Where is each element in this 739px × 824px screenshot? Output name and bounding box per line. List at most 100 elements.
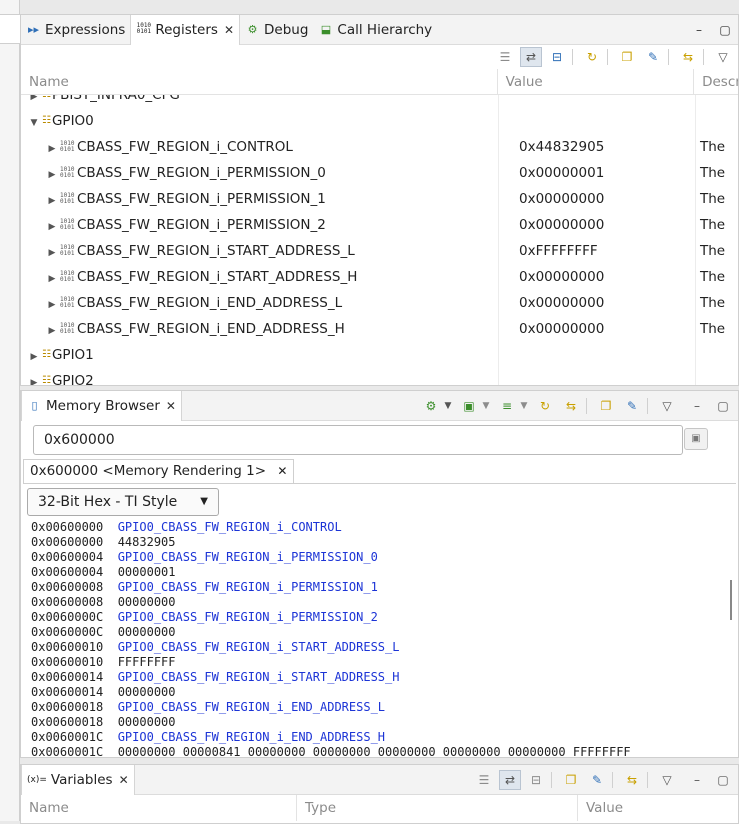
register-value[interactable] [499, 342, 696, 368]
close-icon[interactable]: ✕ [166, 399, 176, 413]
collapse-all-icon[interactable]: ⊟ [546, 47, 568, 67]
register-value[interactable]: 0xFFFFFFFF [499, 238, 696, 264]
register-row[interactable]: ▶1010 0101 CBASS_FW_REGION_i_PERMISSION_1 0… [21, 186, 738, 212]
memory-data-line[interactable]: 0x0060000C 00000000 [23, 625, 736, 640]
chevron-right-icon[interactable]: ▶ [47, 318, 57, 344]
column-header-value[interactable]: Value [578, 795, 738, 821]
register-group-row[interactable]: ▶ ☷GPIO2 [21, 368, 738, 385]
chevron-down-icon[interactable]: ▼ [442, 396, 454, 416]
maximize-icon[interactable]: ▢ [712, 23, 738, 37]
register-value[interactable] [499, 95, 696, 108]
save-memory-icon[interactable]: ▣ [458, 396, 480, 416]
new-group-icon[interactable]: ❐ [616, 47, 638, 67]
new-rendering-icon[interactable]: ❐ [595, 396, 617, 416]
register-group-row[interactable]: ▶ ☷GPIO1 [21, 342, 738, 368]
register-row[interactable]: ▶1010 0101 CBASS_FW_REGION_i_PERMISSION_0 0… [21, 160, 738, 186]
register-row[interactable]: ▶1010 0101 CBASS_FW_REGION_i_PERMISSION_2 0… [21, 212, 738, 238]
column-header-name[interactable]: Name [21, 68, 498, 95]
memory-label-line[interactable]: 0x00600004 GPIO0_CBASS_FW_REGION_i_PERMI… [23, 550, 736, 565]
maximize-icon[interactable]: ▢ [712, 396, 734, 416]
minimize-icon[interactable]: – [686, 770, 708, 790]
maximize-icon[interactable]: ▢ [712, 770, 734, 790]
sync-icon[interactable]: ⇆ [677, 47, 699, 67]
register-row[interactable]: ▶1010 0101 CBASS_FW_REGION_i_CONTROL 0x4483… [21, 134, 738, 160]
tab-debug[interactable]: ⚙ Debug [240, 15, 313, 45]
memory-data-line[interactable]: 0x00600010 FFFFFFFF [23, 655, 736, 670]
vertical-scrollbar[interactable] [730, 580, 732, 620]
go-to-address-icon[interactable]: ▣ [684, 428, 708, 450]
memory-label-line[interactable]: 0x0060000C GPIO0_CBASS_FW_REGION_i_PERMI… [23, 610, 736, 625]
register-row[interactable]: ▶1010 0101 CBASS_FW_REGION_i_START_ADDRESS… [21, 264, 738, 290]
tab-variables[interactable]: (x)= Variables ✕ [21, 764, 135, 795]
register-row[interactable]: ▶1010 0101 CBASS_FW_REGION_i_END_ADDRESS_H… [21, 316, 738, 342]
tab-call-hierarchy[interactable]: ⬓ Call Hierarchy [313, 15, 437, 45]
show-columns-icon[interactable]: ⇄ [520, 47, 542, 67]
register-value[interactable]: 0x00000000 [499, 316, 696, 342]
toggle-tree-icon[interactable]: ☰ [473, 770, 495, 790]
memory-data-line[interactable]: 0x00600018 00000000 [23, 715, 736, 730]
column-header-name[interactable]: Name [21, 795, 297, 821]
tab-memory-browser[interactable]: ▯ Memory Browser ✕ [21, 390, 182, 421]
memory-data-line[interactable]: 0x00600014 00000000 [23, 685, 736, 700]
memory-label-line[interactable]: 0x00600008 GPIO0_CBASS_FW_REGION_i_PERMI… [23, 580, 736, 595]
chevron-down-icon[interactable]: ▼ [480, 396, 492, 416]
register-row[interactable]: ▶1010 0101 CBASS_FW_REGION_i_END_ADDRESS_L… [21, 290, 738, 316]
connect-target-icon[interactable]: ⚙ [420, 396, 442, 416]
close-icon[interactable]: ✕ [277, 464, 287, 478]
register-value[interactable]: 0x00000000 [499, 264, 696, 290]
column-header-value[interactable]: Value [498, 68, 695, 95]
tab-expressions[interactable]: ▸▸ Expressions [21, 15, 130, 45]
new-variable-icon[interactable]: ❐ [560, 770, 582, 790]
memory-data-line[interactable]: 0x00600008 00000000 [23, 595, 736, 610]
memory-label-line[interactable]: 0x00600010 GPIO0_CBASS_FW_REGION_i_START… [23, 640, 736, 655]
memory-lines[interactable]: 0x00600000 GPIO0_CBASS_FW_REGION_i_CONTR… [23, 520, 736, 760]
register-value[interactable]: 0x00000000 [499, 186, 696, 212]
chevron-right-icon[interactable]: ▶ [29, 344, 39, 370]
register-value[interactable]: 0x00000001 [499, 160, 696, 186]
close-icon[interactable]: ✕ [224, 23, 234, 37]
sync-icon[interactable]: ⇆ [621, 770, 643, 790]
column-header-description[interactable]: Descri [694, 69, 738, 95]
register-value[interactable] [499, 368, 696, 385]
close-icon[interactable]: ✕ [119, 773, 129, 787]
chevron-right-icon[interactable]: ▶ [47, 188, 57, 214]
memory-label-line[interactable]: 0x00600000 GPIO0_CBASS_FW_REGION_i_CONTR… [23, 520, 736, 535]
tab-memory-rendering[interactable]: 0x600000 <Memory Rendering 1> ✕ [23, 459, 295, 483]
chevron-right-icon[interactable]: ▶ [47, 136, 57, 162]
view-menu-icon[interactable]: ▽ [656, 770, 678, 790]
memory-data-line[interactable]: 0x00600000 44832905 [23, 535, 736, 550]
chevron-down-icon[interactable]: ▼ [29, 110, 39, 136]
address-input[interactable]: 0x600000 [33, 425, 683, 455]
view-menu-icon[interactable]: ▽ [712, 47, 734, 67]
register-value[interactable]: 0x00000000 [499, 290, 696, 316]
chevron-right-icon[interactable]: ▶ [47, 214, 57, 240]
refresh-icon[interactable]: ↻ [534, 396, 556, 416]
register-value[interactable]: 0x44832905 [499, 134, 696, 160]
register-group-row[interactable]: ▼ ☷GPIO0 [21, 108, 738, 134]
register-row[interactable]: ▶1010 0101 CBASS_FW_REGION_i_START_ADDRESS… [21, 238, 738, 264]
refresh-icon[interactable]: ↻ [581, 47, 603, 67]
chevron-right-icon[interactable]: ▶ [47, 266, 57, 292]
chevron-right-icon[interactable]: ▶ [47, 240, 57, 266]
edit-group-icon[interactable]: ✎ [642, 47, 664, 67]
collapse-all-icon[interactable]: ⊟ [525, 770, 547, 790]
register-value[interactable] [499, 108, 696, 134]
column-header-type[interactable]: Type [297, 795, 578, 821]
sync-icon[interactable]: ⇆ [560, 396, 582, 416]
minimize-icon[interactable]: – [686, 23, 712, 37]
view-menu-icon[interactable]: ▽ [656, 396, 678, 416]
chevron-right-icon[interactable]: ▶ [47, 292, 57, 318]
format-select[interactable]: 32-Bit Hex - TI Style ▼ [27, 488, 219, 516]
register-value[interactable]: 0x00000000 [499, 212, 696, 238]
show-columns-icon[interactable]: ⇄ [499, 770, 521, 790]
memory-label-line[interactable]: 0x00600018 GPIO0_CBASS_FW_REGION_i_END_A… [23, 700, 736, 715]
memory-data-line[interactable]: 0x00600004 00000001 [23, 565, 736, 580]
minimize-icon[interactable]: – [686, 396, 708, 416]
memory-label-line[interactable]: 0x00600014 GPIO0_CBASS_FW_REGION_i_START… [23, 670, 736, 685]
chevron-right-icon[interactable]: ▶ [47, 162, 57, 188]
tab-registers[interactable]: 1010 0101 Registers ✕ [130, 14, 241, 45]
edit-rendering-icon[interactable]: ✎ [621, 396, 643, 416]
memory-data-line[interactable]: 0x0060001C 00000000 00000841 00000000 00… [23, 745, 736, 760]
edit-variable-icon[interactable]: ✎ [586, 770, 608, 790]
chevron-right-icon[interactable]: ▶ [29, 370, 39, 385]
